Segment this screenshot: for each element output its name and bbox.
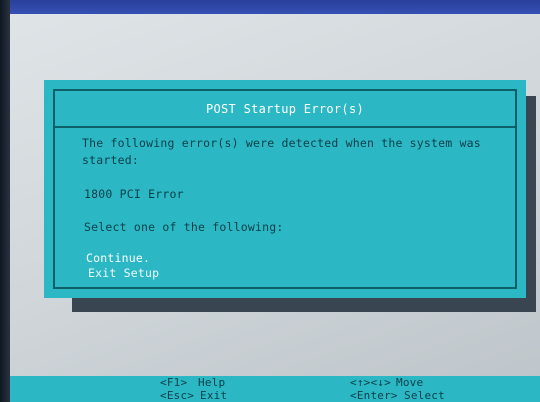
esc-key: <Esc> <box>160 389 195 402</box>
select-label: Select <box>404 389 445 402</box>
select-prompt: Select one of the following: <box>84 220 284 234</box>
title-divider <box>53 126 517 128</box>
post-error-dialog: POST Startup Error(s) The following erro… <box>44 80 526 298</box>
footer-key-bar: <F1> Help <Esc> Exit <↑><↓> Move <Enter>… <box>10 376 540 402</box>
move-label: Move <box>396 376 424 389</box>
esc-exit-label: Exit <box>200 389 228 402</box>
top-bar <box>0 0 540 14</box>
option-continue[interactable]: Continue. <box>86 251 150 265</box>
error-message-line-1: The following error(s) were detected whe… <box>82 136 481 150</box>
monitor-bezel <box>0 0 10 402</box>
error-code: 1800 PCI Error <box>84 187 184 201</box>
option-exit-setup[interactable]: Exit Setup <box>88 266 159 280</box>
dialog-title: POST Startup Error(s) <box>205 102 365 116</box>
enter-key: <Enter> <box>350 389 398 402</box>
arrow-keys: <↑><↓> <box>350 376 391 389</box>
error-message-line-2: started: <box>82 153 139 167</box>
f1-key: <F1> <box>160 376 188 389</box>
f1-help-label: Help <box>198 376 226 389</box>
